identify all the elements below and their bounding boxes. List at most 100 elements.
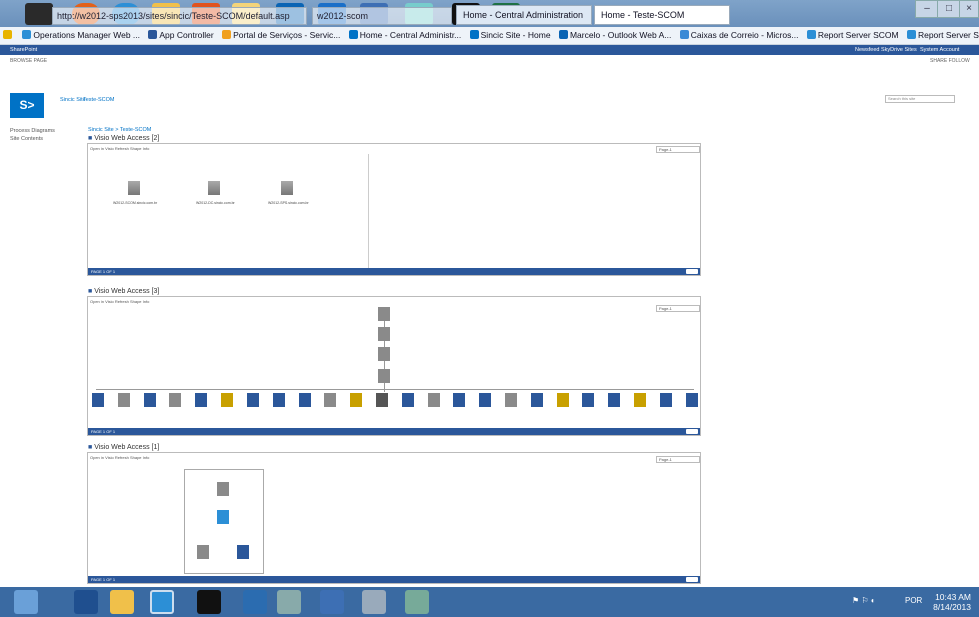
leaf-shape[interactable] xyxy=(350,393,363,407)
shape-label: W2012-SCOM.sincic.com.br xyxy=(113,201,158,205)
tab-teste-scom[interactable]: Home - Teste-SCOM xyxy=(594,5,730,25)
search-box[interactable]: w2012-scom xyxy=(312,7,452,25)
leaf-row xyxy=(92,393,698,413)
taskbar: ⚑ ⚐ ◐ POR 10:43 AM 8/14/2013 xyxy=(0,587,979,617)
people-icon[interactable] xyxy=(243,590,267,614)
site-search-input[interactable]: Search this site xyxy=(885,95,955,103)
leaf-shape[interactable] xyxy=(401,393,414,407)
leaf-shape[interactable] xyxy=(659,393,672,407)
start-app-icon[interactable] xyxy=(25,3,53,25)
powershell-icon[interactable] xyxy=(74,590,98,614)
topnav-sincic[interactable]: Sincic Site xyxy=(60,97,86,103)
leaf-shape[interactable] xyxy=(246,393,259,407)
node-shape[interactable] xyxy=(378,369,390,383)
zoom-control[interactable] xyxy=(686,269,698,274)
visio-webpart-1[interactable]: Open in Visio Refresh Shape Info Page-1 … xyxy=(87,452,701,584)
favorites-star-icon[interactable] xyxy=(0,27,17,40)
browser-titlebar: http://w2012-sps2013/sites/sincic/Teste-… xyxy=(0,0,979,27)
zoom-control[interactable] xyxy=(686,429,698,434)
leaf-shape[interactable] xyxy=(169,393,182,407)
leaf-shape[interactable] xyxy=(92,393,104,407)
tray-icons[interactable]: ⚑ ⚐ ◐ xyxy=(852,596,876,605)
cmd-taskbar-icon[interactable] xyxy=(197,590,221,614)
server-shape-dc[interactable] xyxy=(208,181,220,195)
node-shape[interactable] xyxy=(378,307,390,321)
visio-statusbar: PAGE 1 OF 1 xyxy=(88,576,700,583)
visio-toolbar[interactable]: Open in Visio Refresh Shape Info xyxy=(90,146,149,151)
leaf-shape[interactable] xyxy=(530,393,543,407)
fav-portal[interactable]: Portal de Serviços - Servic... xyxy=(219,27,343,40)
suite-links[interactable]: Newsfeed SkyDrive Sites xyxy=(855,47,917,53)
leaf-shape[interactable] xyxy=(143,393,156,407)
page-select[interactable]: Page-1 xyxy=(656,456,700,463)
minimize-button[interactable]: – xyxy=(915,0,939,18)
server-shape-sps[interactable] xyxy=(281,181,293,195)
clock[interactable]: 10:43 AM 8/14/2013 xyxy=(933,592,971,612)
leaf-shape[interactable] xyxy=(453,393,466,407)
leaf-shape[interactable] xyxy=(685,393,698,407)
root-shape[interactable] xyxy=(217,482,229,496)
server-shape-scom[interactable] xyxy=(128,181,140,195)
file-explorer-icon[interactable] xyxy=(110,590,134,614)
fav-mailbox[interactable]: Caixas de Correio - Micros... xyxy=(677,27,802,40)
leaf-shape[interactable] xyxy=(556,393,569,407)
leaf-shape[interactable] xyxy=(117,393,130,407)
visio-webpart-2[interactable]: Open in Visio Refresh Shape Info Page-1 … xyxy=(87,143,701,276)
fav-central-admin[interactable]: Home - Central Administr... xyxy=(346,27,465,40)
leaf-shape[interactable] xyxy=(634,393,647,407)
sharepoint-logo[interactable]: S> xyxy=(10,93,44,118)
page-select[interactable]: Page-1 xyxy=(656,146,700,153)
close-button[interactable]: × xyxy=(959,0,979,18)
mid-shape[interactable] xyxy=(217,510,229,524)
webpart-title-2: ■ Visio Web Access [2] xyxy=(88,135,160,142)
leaf-shape[interactable] xyxy=(375,393,388,407)
leftnav-process-diagrams[interactable]: Process Diagrams xyxy=(10,128,55,134)
leaf-shape[interactable] xyxy=(427,393,440,407)
topnav-teste-scom[interactable]: Teste-SCOM xyxy=(83,97,114,103)
gear-icon[interactable] xyxy=(362,590,386,614)
server-manager-icon[interactable] xyxy=(14,590,38,614)
ribbon-actions[interactable]: SHARE FOLLOW xyxy=(930,58,970,64)
leaf-shape[interactable] xyxy=(324,393,337,407)
leaf-shape[interactable] xyxy=(608,393,621,407)
ribbon-tabs[interactable]: BROWSE PAGE xyxy=(10,58,47,64)
visio-webpart-3[interactable]: Open in Visio Refresh Shape Info Page-1 … xyxy=(87,296,701,436)
child-shape[interactable] xyxy=(237,545,249,559)
language-indicator[interactable]: POR xyxy=(905,596,922,605)
leaf-shape[interactable] xyxy=(221,393,234,407)
leaf-shape[interactable] xyxy=(272,393,285,407)
page-select[interactable]: Page-1 xyxy=(656,305,700,312)
zoom-control[interactable] xyxy=(686,577,698,582)
leaf-shape[interactable] xyxy=(479,393,492,407)
visio-toolbar[interactable]: Open in Visio Refresh Shape Info xyxy=(90,299,149,304)
network-icon[interactable] xyxy=(277,590,301,614)
fav-report-scom[interactable]: Report Server SCOM xyxy=(804,27,902,40)
fav-report-scsm[interactable]: Report Server SCSM xyxy=(904,27,979,40)
fav-sincic-site[interactable]: Sincic Site - Home xyxy=(467,27,554,40)
tree-branch xyxy=(96,389,694,390)
webpart-title-3: ■ Visio Web Access [3] xyxy=(88,288,160,295)
leftnav-site-contents[interactable]: Site Contents xyxy=(10,136,43,142)
tab-central-admin[interactable]: Home - Central Administration xyxy=(456,5,592,25)
breadcrumb[interactable]: Sincic Site > Teste-SCOM xyxy=(88,127,151,133)
fav-ops-manager[interactable]: Operations Manager Web ... xyxy=(19,27,143,40)
fav-app-controller[interactable]: App Controller xyxy=(145,27,216,40)
leaf-shape[interactable] xyxy=(298,393,311,407)
suite-bar: SharePoint Newsfeed SkyDrive Sites Syste… xyxy=(0,45,979,55)
address-bar[interactable]: http://w2012-sps2013/sites/sincic/Teste-… xyxy=(52,7,307,25)
leaf-shape[interactable] xyxy=(195,393,208,407)
tool-icon[interactable] xyxy=(320,590,344,614)
clock-date: 8/14/2013 xyxy=(933,602,971,612)
visio-toolbar[interactable]: Open in Visio Refresh Shape Info xyxy=(90,455,149,460)
node-shape[interactable] xyxy=(378,347,390,361)
leaf-shape[interactable] xyxy=(582,393,595,407)
sharepoint-brand[interactable]: SharePoint xyxy=(10,47,37,53)
figure-icon[interactable] xyxy=(405,590,429,614)
leaf-shape[interactable] xyxy=(505,393,517,407)
ie-taskbar-icon[interactable] xyxy=(150,590,174,614)
child-shape[interactable] xyxy=(197,545,209,559)
maximize-button[interactable]: □ xyxy=(937,0,961,18)
fav-outlook[interactable]: Marcelo - Outlook Web A... xyxy=(556,27,674,40)
node-shape[interactable] xyxy=(378,327,390,341)
user-menu[interactable]: System Account xyxy=(920,47,959,53)
